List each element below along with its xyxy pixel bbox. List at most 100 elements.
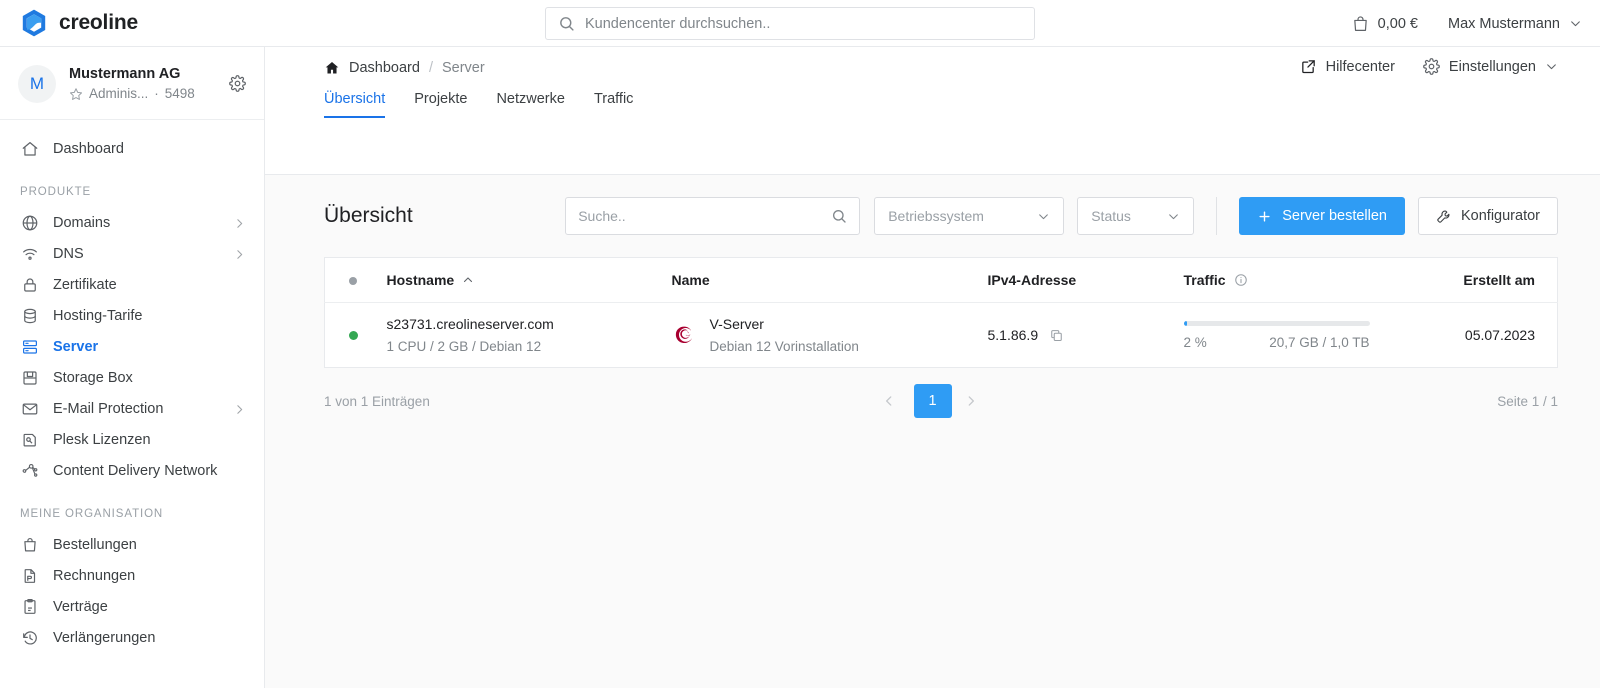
hostname-value[interactable]: s23731.creolineserver.com (387, 316, 672, 332)
col-name[interactable]: Name (671, 257, 988, 303)
sidebar-item-storage-box[interactable]: Storage Box (0, 363, 264, 393)
chevron-down-icon (1569, 17, 1582, 30)
pagination-count: 1 von 1 Einträgen (324, 393, 430, 409)
org-customer-id: 5498 (164, 86, 195, 102)
sidebar-item-content-delivery-network[interactable]: Content Delivery Network (0, 456, 264, 486)
sidebar-section-meine-organisation: MEINE ORGANISATION (20, 508, 164, 520)
brand[interactable]: creoline (0, 8, 265, 38)
sidebar-item-dashboard[interactable]: Dashboard (0, 134, 264, 164)
cell-name: V-Server Debian 12 Vorinstallation (671, 302, 988, 368)
hostname-sort[interactable]: Hostname (387, 272, 475, 288)
topbar-right: 0,00 € Max Mustermann (1352, 0, 1582, 47)
plus-icon (1257, 209, 1272, 224)
sidebar-item-label: Zertifikate (53, 276, 117, 293)
save-icon (20, 369, 39, 388)
col-ipv4[interactable]: IPv4-Adresse (987, 257, 1184, 303)
tab-bar: Übersicht Projekte Netzwerke Traffic (324, 91, 633, 118)
cell-ipv4: 5.1.86.9 (987, 302, 1184, 368)
tab-uebersicht[interactable]: Übersicht (324, 91, 385, 118)
name-value: V-Server (709, 316, 764, 332)
cell-hostname[interactable]: s23731.creolineserver.com 1 CPU / 2 GB /… (386, 302, 672, 368)
server-bestellen-button[interactable]: Server bestellen (1239, 197, 1405, 235)
org-separator: · (154, 86, 159, 102)
table-body: s23731.creolineserver.com 1 CPU / 2 GB /… (324, 302, 1558, 368)
global-search[interactable] (545, 7, 1035, 40)
gear-icon[interactable] (229, 75, 246, 92)
ip-cell: 5.1.86.9 (988, 327, 1184, 343)
sidebar-item-label: Verträge (53, 598, 108, 615)
cell-status (324, 302, 387, 368)
os-filter-select[interactable]: Betriebssystem (874, 197, 1065, 235)
star-icon[interactable] (69, 87, 83, 101)
user-name: Max Mustermann (1447, 15, 1560, 32)
external-link-icon (1300, 58, 1317, 75)
globe-icon (20, 214, 39, 233)
table-row[interactable]: s23731.creolineserver.com 1 CPU / 2 GB /… (324, 302, 1558, 368)
breadcrumb-server: Server (441, 60, 485, 76)
cell-created: 05.07.2023 (1433, 302, 1558, 368)
col-hostname[interactable]: Hostname (386, 257, 672, 303)
sidebar-item-zertifikate[interactable]: Zertifikate (0, 270, 264, 300)
user-menu[interactable]: Max Mustermann (1448, 16, 1582, 32)
tab-projekte[interactable]: Projekte (414, 91, 467, 118)
col-created[interactable]: Erstellt am (1433, 257, 1558, 303)
info-icon[interactable] (1234, 273, 1248, 287)
table-search[interactable] (565, 197, 861, 235)
sidebar-item-label: Plesk Lizenzen (53, 431, 151, 448)
status-dot-icon (349, 277, 357, 285)
tab-traffic[interactable]: Traffic (594, 91, 633, 118)
home-icon[interactable] (324, 60, 340, 76)
tab-netzwerke[interactable]: Netzwerke (496, 91, 565, 118)
bag-icon (20, 536, 39, 555)
sidebar-item-bestellungen[interactable]: Bestellungen (0, 530, 264, 560)
status-filter-select[interactable]: Status (1077, 197, 1195, 235)
sidebar-nav: Dashboard PRODUKTE Domains DNS Zertifika… (0, 120, 264, 653)
main-content: Dashboard / Server Hilfecenter Einstellu… (265, 47, 1600, 688)
home-icon (20, 140, 39, 159)
table-head: Hostname Name IPv4-Adresse Traffic Erste… (324, 257, 1558, 303)
sidebar-item-vertraege[interactable]: Verträge (0, 592, 264, 622)
konfigurator-button[interactable]: Konfigurator (1418, 197, 1558, 235)
breadcrumb-bar: Dashboard / Server Hilfecenter Einstellu… (265, 47, 1600, 125)
org-switcher[interactable]: M Mustermann AG Adminis... · 5498 (0, 47, 264, 120)
einstellungen-button[interactable]: Einstellungen (1423, 58, 1558, 75)
server-icon (20, 338, 39, 357)
chevron-left-icon[interactable] (882, 394, 902, 408)
sidebar-item-server[interactable]: Server (0, 332, 264, 362)
sidebar-item-domains[interactable]: Domains (0, 208, 264, 238)
chevron-right-icon (233, 403, 246, 416)
hostname-stack: s23731.creolineserver.com 1 CPU / 2 GB /… (387, 316, 672, 354)
sidebar-section-produkte: PRODUKTE (20, 186, 92, 198)
search-icon (558, 15, 575, 32)
avatar: M (18, 65, 56, 103)
sidebar-item-dns[interactable]: DNS (0, 239, 264, 269)
status-dot-icon (349, 331, 358, 340)
page-button-1[interactable]: 1 (913, 384, 952, 418)
license-icon (20, 431, 39, 450)
sidebar-item-plesk-lizenzen[interactable]: Plesk Lizenzen (0, 425, 264, 455)
sidebar-item-rechnungen[interactable]: Rechnungen (0, 561, 264, 591)
sidebar-item-label: Verlängerungen (53, 629, 156, 646)
cart-button[interactable]: 0,00 € (1352, 15, 1418, 33)
table-search-input[interactable] (578, 208, 824, 224)
brand-name: creoline (59, 11, 138, 34)
breadcrumb-dashboard[interactable]: Dashboard (349, 60, 420, 76)
wifi-icon (20, 245, 39, 264)
hilfecenter-button[interactable]: Hilfecenter (1300, 58, 1395, 75)
sidebar-item-hosting-tarife[interactable]: Hosting-Tarife (0, 301, 264, 331)
server-panel: Übersicht Betriebssystem Status (265, 174, 1600, 688)
copy-icon[interactable] (1049, 328, 1064, 343)
server-table: Hostname Name IPv4-Adresse Traffic Erste… (324, 257, 1558, 368)
cart-amount: 0,00 € (1377, 15, 1418, 32)
sidebar: M Mustermann AG Adminis... · 5498 Dashbo… (0, 47, 265, 688)
table-header-row: Hostname Name IPv4-Adresse Traffic Erste… (324, 257, 1558, 303)
sidebar-item-verlaengerungen[interactable]: Verlängerungen (0, 623, 264, 653)
sidebar-item-e-mail-protection[interactable]: E-Mail Protection (0, 394, 264, 424)
col-traffic[interactable]: Traffic (1183, 257, 1434, 303)
sidebar-item-label: Hosting-Tarife (53, 307, 143, 324)
name-cell: V-Server Debian 12 Vorinstallation (672, 316, 988, 354)
chevron-right-icon[interactable] (964, 394, 984, 408)
search-icon (831, 208, 847, 224)
global-search-input[interactable] (585, 8, 1022, 39)
server-bestellen-label: Server bestellen (1282, 208, 1387, 224)
